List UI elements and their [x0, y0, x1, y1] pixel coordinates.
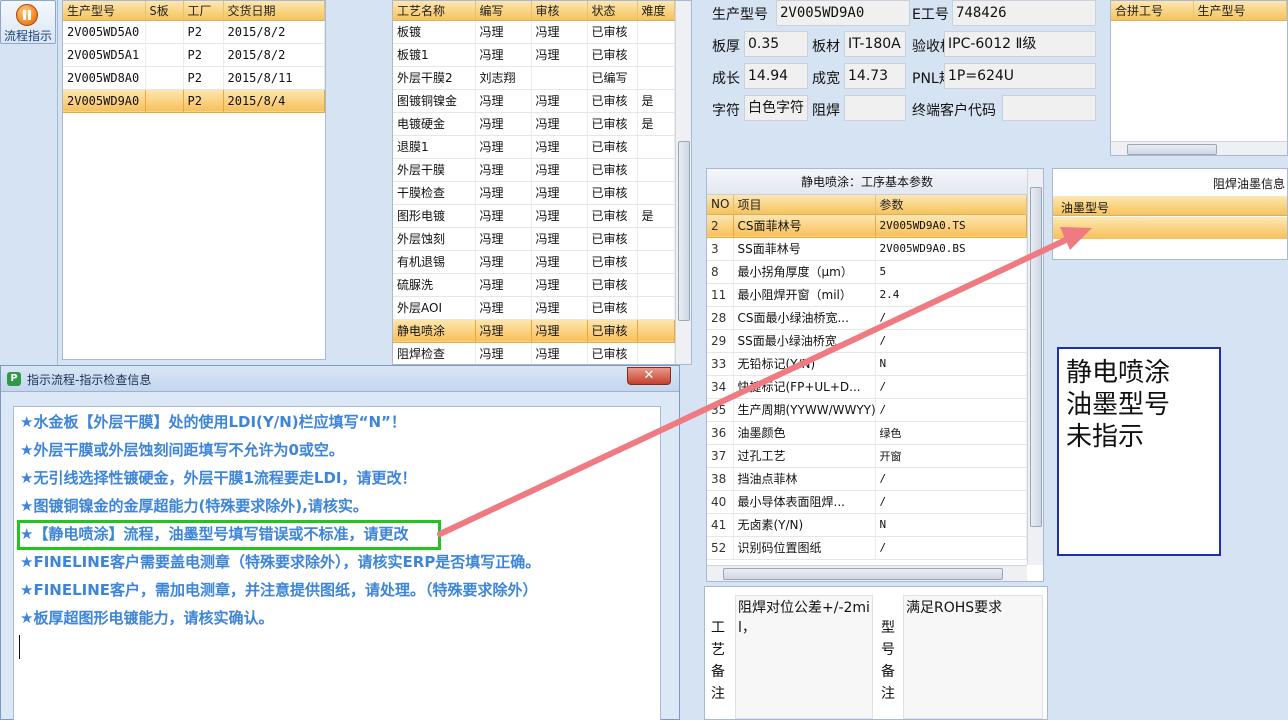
annotation-arrow [437, 227, 1092, 537]
arrow-line [437, 235, 1073, 537]
